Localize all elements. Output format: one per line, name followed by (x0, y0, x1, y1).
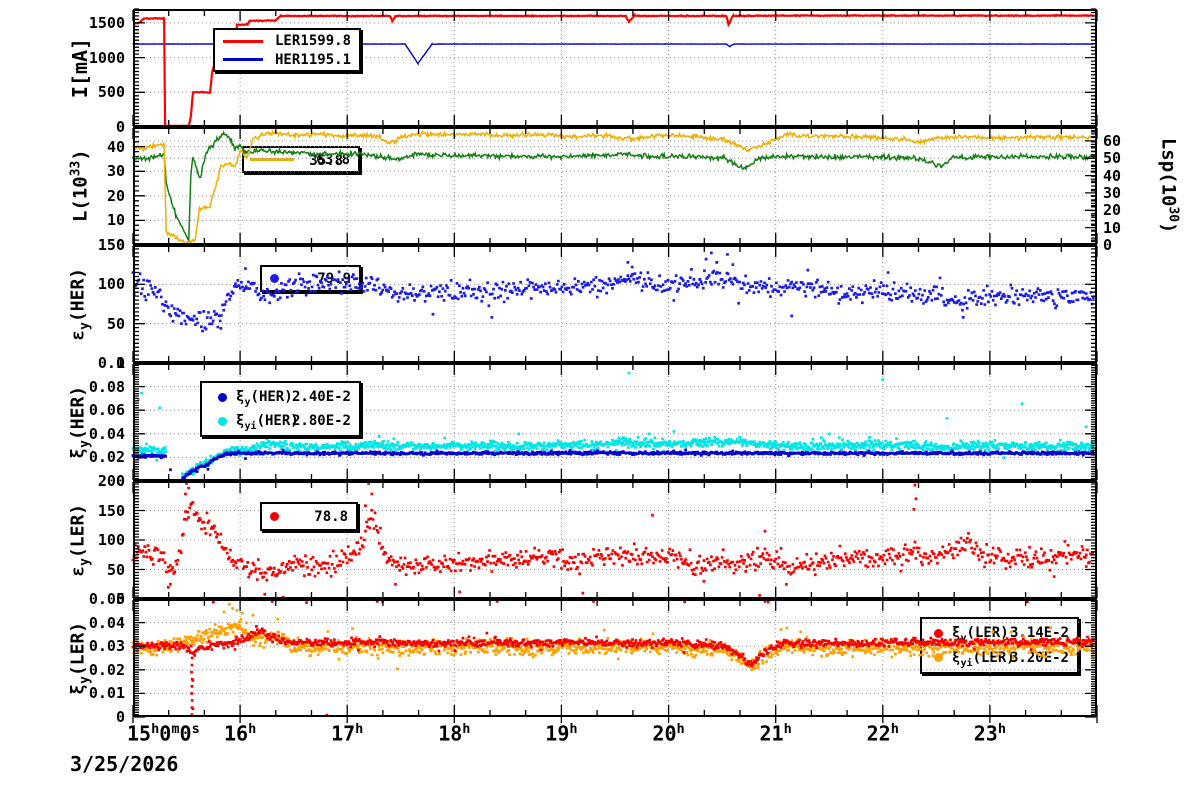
legend-label: ξyi(HER) (236, 413, 299, 433)
y-tick-label-right: 30 (1103, 183, 1122, 202)
legend-value: 2.80E-2 (291, 413, 351, 430)
legend-value: 1599.8 (300, 33, 351, 50)
y-tick-label-right: 10 (1103, 218, 1122, 237)
panel-luminosity-canvas (132, 126, 1098, 246)
legend-ey-ler: 78.8 (260, 502, 358, 531)
legend-dot-sample (218, 416, 227, 426)
legend-label: ξy(HER) (236, 389, 293, 408)
y-tick-label-right: 40 (1103, 166, 1122, 185)
panel-ey-ler-canvas (131, 480, 1098, 600)
y-tick-label-right: 0 (1103, 236, 1113, 254)
beam-monitor-chart: 3/25/2026 LER 1599.8 HER 1195.1 0 500 1000 1500… (0, 0, 1200, 798)
legend-label: LER (275, 33, 301, 50)
panel-xiy-ler-canvas (131, 598, 1098, 723)
legend-value: 78.8 (314, 508, 348, 525)
legend-value: 2.40E-2 (291, 389, 351, 406)
legend-line-sample (223, 58, 263, 62)
legend-dot-sample (270, 512, 279, 521)
axis-title-xiy-ler: ξy(LER) (67, 621, 93, 695)
axis-title-right: Lsp(1030) (1157, 137, 1181, 234)
legend-value: 1195.1 (300, 51, 351, 68)
panel-ey-her-canvas (131, 244, 1098, 364)
legend-line-sample (223, 39, 263, 43)
y-tick-label-right: 60 (1103, 131, 1122, 150)
legend-xiy-her: ξy(HER) 2.40E-2 ξyi(HER) 2.80E-2 (200, 381, 361, 437)
legend-label: HER (275, 51, 301, 68)
y-tick-label-right: 50 (1103, 149, 1122, 168)
y-tick-label-right: 20 (1103, 201, 1122, 220)
legend-current: LER 1599.8 HER 1195.1 (213, 28, 361, 72)
legend-dot-sample (218, 392, 227, 402)
